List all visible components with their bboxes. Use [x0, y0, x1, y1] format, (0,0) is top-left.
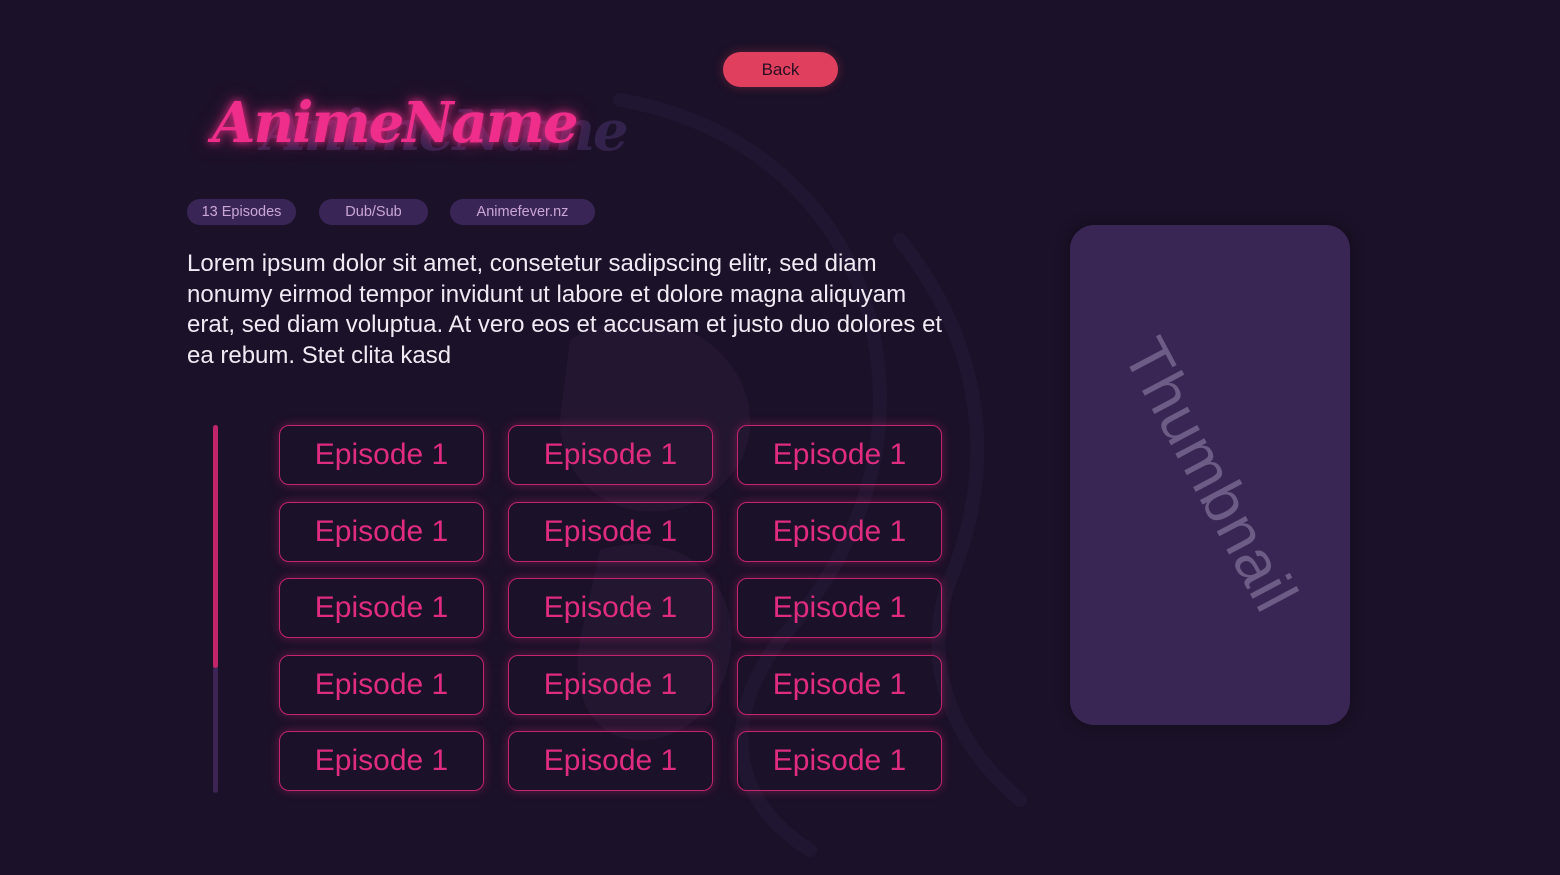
anime-title: AnimeName: [212, 90, 579, 156]
audio-type-badge: Dub/Sub: [319, 199, 428, 225]
episode-button[interactable]: Episode 1: [737, 425, 942, 485]
episode-button[interactable]: Episode 1: [737, 654, 942, 715]
episode-button[interactable]: Episode 1: [279, 501, 484, 562]
episode-grid: Episode 1 Episode 1 Episode 1 Episode 1 …: [279, 425, 942, 791]
scrollbar-thumb[interactable]: [213, 425, 218, 668]
anime-thumbnail: Thumbnail: [1070, 225, 1350, 725]
episode-button[interactable]: Episode 1: [279, 578, 484, 638]
episode-button[interactable]: Episode 1: [508, 731, 713, 791]
episode-button[interactable]: Episode 1: [737, 578, 942, 638]
episode-button[interactable]: Episode 1: [279, 654, 484, 715]
source-badge: Animefever.nz: [450, 199, 595, 225]
episodes-count-badge: 13 Episodes: [187, 199, 296, 225]
episode-button[interactable]: Episode 1: [279, 425, 484, 485]
back-button[interactable]: Back: [723, 52, 838, 87]
episode-button[interactable]: Episode 1: [279, 731, 484, 791]
thumbnail-placeholder-label: Thumbnail: [1109, 327, 1311, 623]
anime-title-logo: AnimeName AnimeName: [212, 88, 632, 168]
episode-button[interactable]: Episode 1: [508, 501, 713, 562]
episode-button[interactable]: Episode 1: [737, 501, 942, 562]
anime-description: Lorem ipsum dolor sit amet, consetetur s…: [187, 250, 943, 369]
episode-button[interactable]: Episode 1: [508, 654, 713, 715]
episode-list-scrollbar[interactable]: [213, 425, 218, 793]
episode-button[interactable]: Episode 1: [508, 578, 713, 638]
episode-button[interactable]: Episode 1: [508, 425, 713, 485]
episode-button[interactable]: Episode 1: [737, 731, 942, 791]
